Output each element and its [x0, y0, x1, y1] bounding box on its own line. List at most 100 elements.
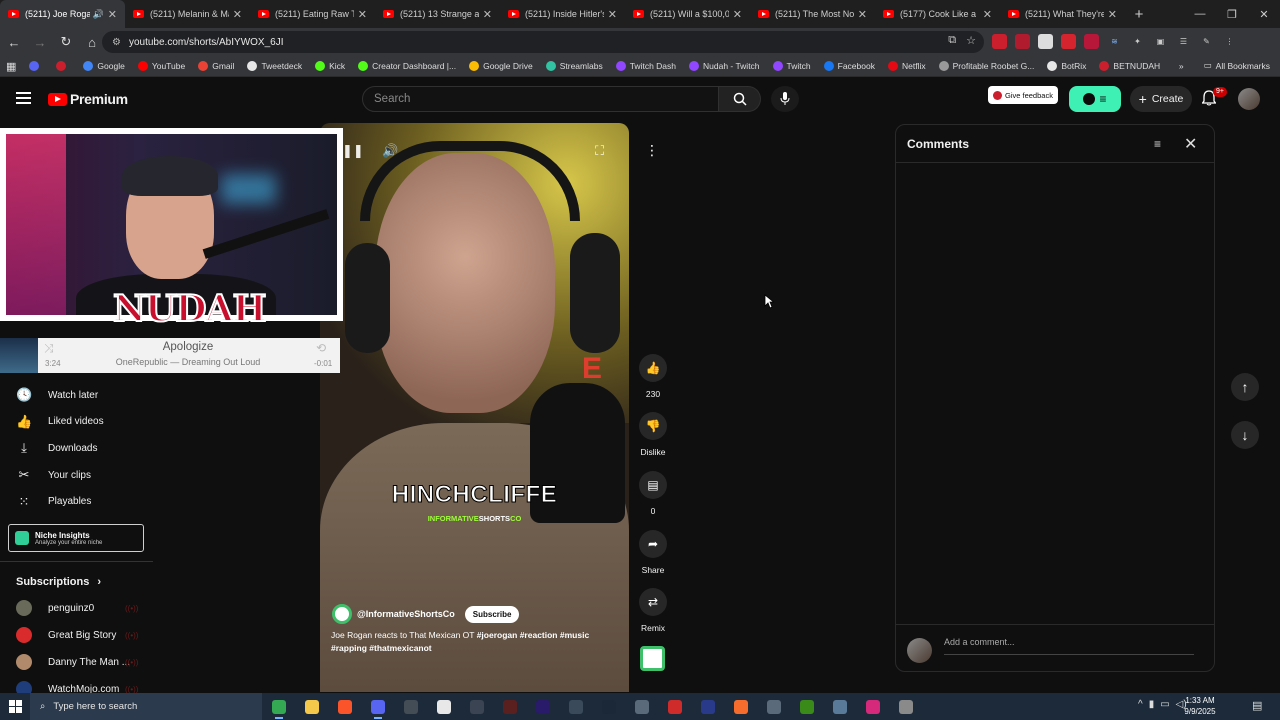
channel-avatar[interactable] [332, 604, 352, 624]
bookmark-item[interactable]: Profitable Roobet G... [938, 61, 1034, 71]
taskbar-clock[interactable]: 1:33 AM 9/9/2025 [1178, 695, 1222, 717]
more-options-icon[interactable]: ⋮ [641, 139, 663, 161]
bookmark-item[interactable]: Creator Dashboard |... [358, 61, 456, 71]
bookmark-item[interactable]: Twitch Dash [615, 61, 676, 71]
install-icon[interactable]: ⧉ [948, 34, 956, 47]
niche-insights-banner[interactable]: Niche Insights Analyze your entire niche [8, 524, 144, 552]
volume-icon[interactable]: 🔊 [382, 143, 398, 159]
close-tab-icon[interactable]: ✕ [733, 8, 742, 21]
file-explorer-app[interactable] [301, 696, 323, 717]
notification-center-icon[interactable]: ▤ [1252, 699, 1262, 712]
streamlabs-app[interactable] [664, 696, 686, 717]
home-icon[interactable]: ⌂ [80, 30, 104, 54]
chevron-up-icon[interactable]: ^ [1138, 699, 1143, 710]
subscribe-button[interactable]: Subscribe [464, 605, 520, 623]
pause-icon[interactable]: ❚❚ [342, 143, 364, 159]
steam-app[interactable] [598, 696, 620, 717]
premiere-app[interactable] [532, 696, 554, 717]
hashtag-link[interactable]: #thatmexicanot [369, 643, 431, 653]
add-comment-input[interactable]: Add a comment... [944, 637, 1194, 655]
sidebar-item-your-clips[interactable]: ✂ Your clips [16, 465, 91, 485]
microphone-icon[interactable]: ▮ [1149, 699, 1155, 710]
bookmark-item[interactable] [29, 61, 43, 71]
back-icon[interactable]: ← [2, 30, 26, 54]
close-tab-icon[interactable]: ✕ [858, 8, 867, 21]
bookmark-item[interactable]: Twitch [772, 61, 811, 71]
apps-grid-icon[interactable]: ▦ [6, 60, 16, 73]
channel-name[interactable]: @InformativeShortsCo [357, 609, 455, 619]
bookmark-star-icon[interactable]: ☆ [966, 34, 976, 47]
bookmark-item[interactable]: Kick [315, 61, 345, 71]
close-tab-icon[interactable]: ✕ [483, 8, 492, 21]
shorts-video-player[interactable]: X E ❚❚ 🔊 ⛶ HINCHCLIFFE INFORMATIVESHORTS… [320, 123, 629, 692]
bookmark-item[interactable]: Nudah - Twitch [689, 61, 760, 71]
sidepanel-icon[interactable]: ▣ [1153, 34, 1168, 49]
nvidia-app[interactable] [796, 696, 818, 717]
sidebar-item-watch-later[interactable]: 🕓 Watch later [16, 385, 98, 405]
notepad-app[interactable] [433, 696, 455, 717]
restore-icon[interactable]: ❐ [1216, 0, 1248, 28]
address-bar[interactable]: ⚙ youtube.com/shorts/AbIYWOX_6JI ⧉ ☆ [102, 31, 984, 53]
subscription-item[interactable]: Great Big Story ((•)) [16, 625, 146, 645]
remix-button[interactable]: ⇄ Remix [637, 588, 669, 633]
forward-icon[interactable]: → [28, 30, 52, 54]
next-short-button[interactable]: ↓ [1231, 421, 1259, 449]
brave-app[interactable] [334, 696, 356, 717]
close-tab-icon[interactable]: ✕ [983, 8, 992, 21]
bookmark-item[interactable] [56, 61, 70, 71]
share-button[interactable]: ➦ Share [637, 530, 669, 575]
browser-tab[interactable]: (5177) Cook Like a Pr ✕ [875, 0, 1000, 28]
xbox-app[interactable] [400, 696, 422, 717]
extension-menu-button[interactable]: ≡ [1069, 86, 1121, 112]
sort-icon[interactable]: ≡ [1154, 137, 1161, 151]
sidebar-item-downloads[interactable]: ⤓ Downloads [16, 438, 97, 458]
hashtag-link[interactable]: #joerogan [477, 630, 518, 640]
files-app[interactable] [631, 696, 653, 717]
origin-app[interactable] [730, 696, 752, 717]
dislike-button[interactable]: 👎 Dislike [637, 412, 669, 457]
calculator-app[interactable] [829, 696, 851, 717]
search-button[interactable] [719, 86, 761, 112]
all-bookmarks[interactable]: » ▭ All Bookmarks [1179, 60, 1270, 71]
bookmark-item[interactable]: Streamlabs [545, 61, 603, 71]
give-feedback-button[interactable]: Give feedback [988, 86, 1058, 104]
new-tab-button[interactable]: + [1125, 0, 1153, 28]
site-info-icon[interactable]: ⚙ [112, 37, 121, 48]
puzzle-icon[interactable]: ✦ [1130, 34, 1145, 49]
youtube-logo[interactable]: Premium [48, 91, 128, 107]
hashtag-link[interactable]: #music [560, 630, 589, 640]
discord-app[interactable] [367, 696, 389, 719]
settings-app[interactable] [895, 696, 917, 717]
bookmark-item[interactable]: Google Drive [469, 61, 533, 71]
browser-tab[interactable]: (5211) Will a $100,00 ✕ [625, 0, 750, 28]
close-tab-icon[interactable]: ✕ [108, 8, 117, 21]
media-app[interactable] [466, 696, 488, 717]
reload-icon[interactable]: ↻ [54, 30, 78, 54]
vegas-app[interactable] [499, 696, 521, 717]
instagram-app[interactable] [862, 696, 884, 717]
extension-icon[interactable] [1015, 34, 1030, 49]
browser-tab[interactable]: (5211) Inside Hitler's F ✕ [500, 0, 625, 28]
reading-list-icon[interactable]: ☰ [1176, 34, 1191, 49]
create-button[interactable]: + Create [1130, 86, 1192, 112]
subscriptions-heading[interactable]: Subscriptions › [16, 576, 101, 588]
bookmark-item[interactable]: YouTube [137, 61, 185, 71]
close-icon[interactable]: ✕ [1184, 134, 1197, 154]
kebab-menu-icon[interactable]: ⋮ [1222, 34, 1237, 49]
bookmark-item[interactable]: Facebook [823, 61, 875, 71]
account-avatar[interactable] [1238, 88, 1260, 110]
subscription-item[interactable]: penguinz0 ((•)) [16, 598, 146, 618]
network-icon[interactable]: ▭ [1160, 699, 1169, 710]
fullscreen-icon[interactable]: ⛶ [595, 143, 604, 159]
sound-source-avatar[interactable] [640, 646, 665, 671]
close-tab-icon[interactable]: ✕ [608, 8, 617, 21]
voice-search-button[interactable] [771, 86, 799, 112]
close-tab-icon[interactable]: ✕ [358, 8, 367, 21]
audio-playing-icon[interactable]: 🔊 [93, 9, 104, 20]
extension-icon[interactable] [1061, 34, 1076, 49]
like-button[interactable]: 👍 230 [637, 354, 669, 399]
sidebar-item-playables[interactable]: ⁙ Playables [16, 492, 92, 512]
bookmark-item[interactable]: BotRix [1047, 61, 1086, 71]
bookmark-item[interactable]: Tweetdeck [247, 61, 302, 71]
search-input[interactable]: Search [362, 86, 719, 112]
